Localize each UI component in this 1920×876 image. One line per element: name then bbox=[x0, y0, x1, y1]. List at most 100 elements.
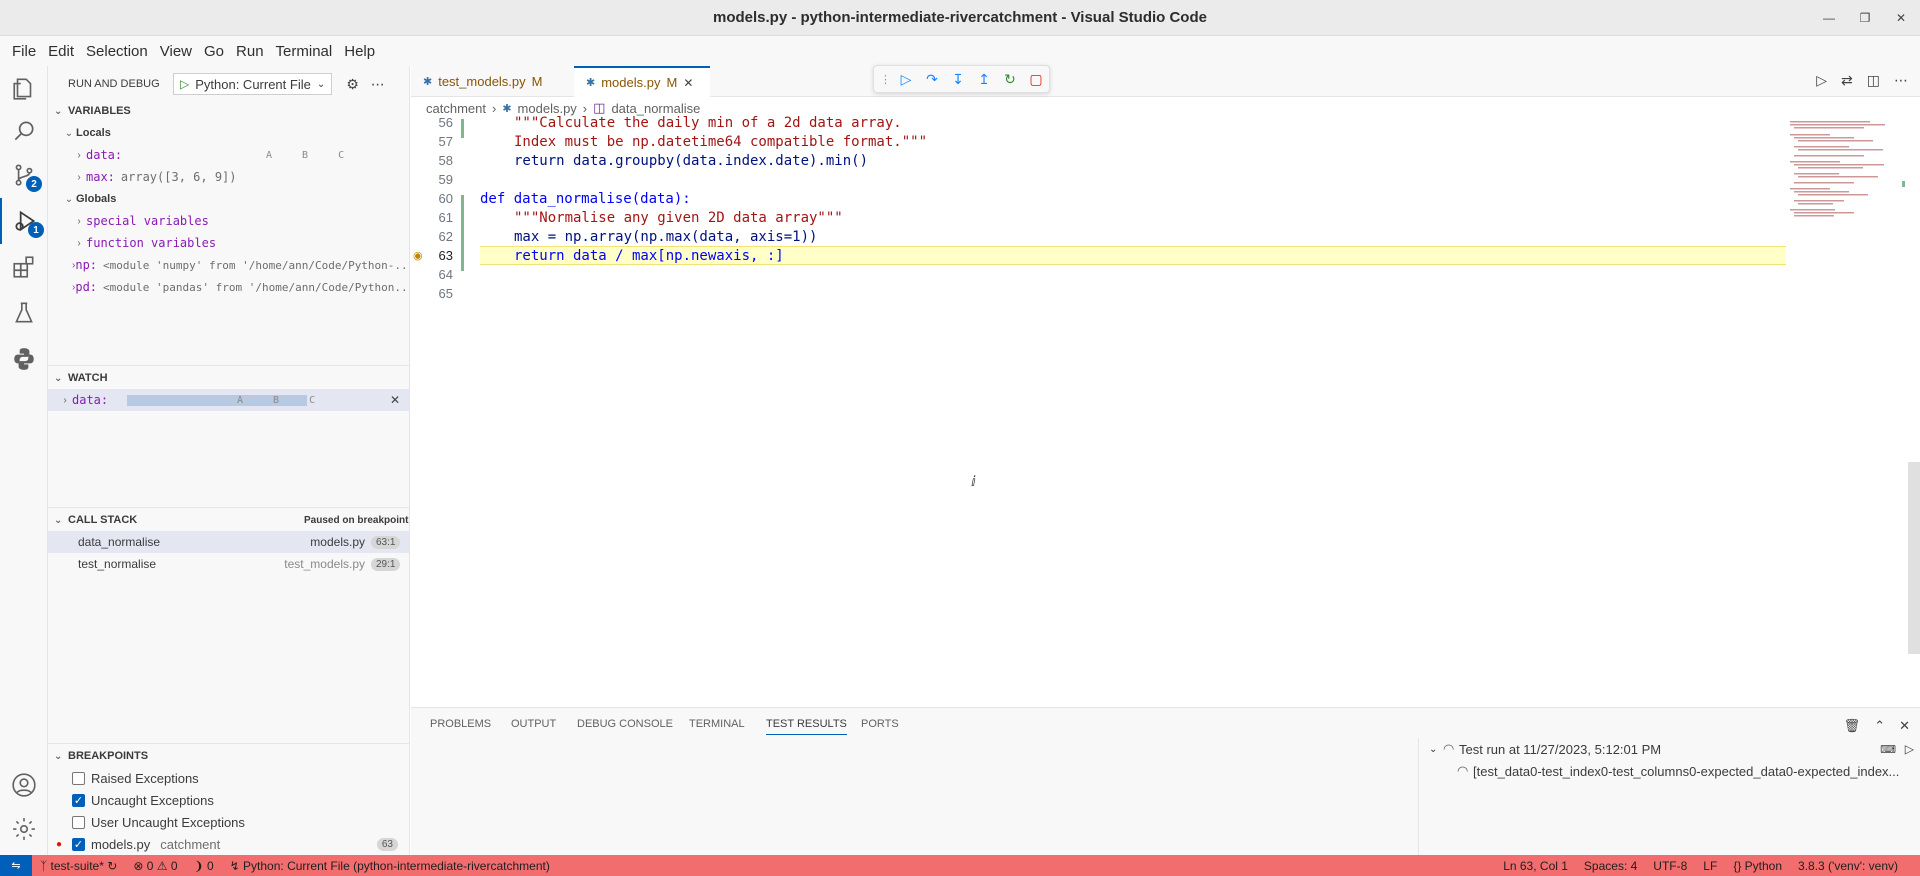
testing-icon[interactable] bbox=[0, 290, 48, 336]
end-of-line[interactable]: LF bbox=[1695, 859, 1725, 873]
panel-tab-problems[interactable]: PROBLEMS bbox=[430, 718, 491, 730]
stop-icon[interactable]: ▢ bbox=[1028, 71, 1044, 88]
editor-scrollbar[interactable] bbox=[1908, 462, 1920, 654]
variable-group-row[interactable]: › special variables bbox=[48, 210, 409, 232]
stack-frame[interactable]: data_normalise models.py 63:1 bbox=[48, 531, 409, 553]
menu-edit[interactable]: Edit bbox=[42, 43, 80, 60]
breakpoint-uncaught-exceptions[interactable]: ✓ Uncaught Exceptions bbox=[48, 789, 409, 811]
more-actions-icon[interactable]: ⋯ bbox=[371, 76, 385, 93]
checkbox-checked[interactable]: ✓ bbox=[72, 837, 85, 851]
breakpoints-section-header[interactable]: ⌄ BREAKPOINTS bbox=[48, 745, 409, 767]
menu-selection[interactable]: Selection bbox=[80, 43, 154, 60]
call-stack-title: CALL STACK bbox=[68, 514, 138, 526]
settings-gear-icon[interactable] bbox=[0, 806, 48, 852]
breakpoint-raised-exceptions[interactable]: Raised Exceptions bbox=[48, 767, 409, 789]
panel-tab-terminal[interactable]: TERMINAL bbox=[689, 718, 745, 730]
variable-row[interactable]: › data: A B C bbox=[48, 144, 409, 166]
search-icon[interactable] bbox=[0, 108, 48, 154]
remove-watch-icon[interactable]: ✕ bbox=[390, 393, 400, 407]
menu-terminal[interactable]: Terminal bbox=[270, 43, 339, 60]
activity-bar: 2 1 bbox=[0, 66, 48, 855]
globals-scope[interactable]: ⌄ Globals bbox=[48, 188, 409, 210]
step-over-icon[interactable]: ↷ bbox=[924, 71, 940, 88]
explorer-icon[interactable] bbox=[0, 66, 48, 112]
minimap[interactable] bbox=[1786, 119, 1911, 709]
code-line: 58 return data.groupby(data.index.date).… bbox=[411, 151, 1786, 170]
branch-item[interactable]: ᛉ test-suite* ↻ bbox=[32, 859, 125, 873]
indentation[interactable]: Spaces: 4 bbox=[1576, 859, 1645, 873]
panel-tab-debug-console[interactable]: DEBUG CONSOLE bbox=[577, 718, 673, 730]
continue-icon[interactable]: ▷ bbox=[898, 71, 914, 88]
menu-view[interactable]: View bbox=[154, 43, 198, 60]
stack-frame[interactable]: test_normalise test_models.py 29:1 bbox=[48, 553, 409, 575]
language-mode[interactable]: {} Python bbox=[1725, 859, 1790, 873]
variable-row[interactable]: › max: array([3, 6, 9]) bbox=[48, 166, 409, 188]
step-out-icon[interactable]: ↥ bbox=[976, 71, 992, 88]
run-file-icon[interactable]: ▷ bbox=[1816, 72, 1827, 89]
python-interpreter[interactable]: 3.8.3 ('venv': venv) bbox=[1790, 859, 1906, 873]
tab-models[interactable]: ✱ models.py M ✕ bbox=[574, 66, 710, 97]
variables-section-header[interactable]: ⌄ VARIABLES bbox=[48, 100, 409, 122]
restart-icon[interactable]: ↻ bbox=[1002, 71, 1018, 88]
text-cursor-icon: ⅈ bbox=[971, 473, 976, 489]
variable-row[interactable]: › pd: <module 'pandas' from '/home/ann/C… bbox=[48, 276, 409, 298]
encoding[interactable]: UTF-8 bbox=[1645, 859, 1695, 873]
menu-run[interactable]: Run bbox=[230, 43, 270, 60]
maximize-icon[interactable]: ❐ bbox=[1854, 7, 1876, 29]
panel-tab-test-results[interactable]: TEST RESULTS bbox=[766, 718, 847, 735]
run-debug-icon[interactable]: 1 bbox=[0, 198, 48, 244]
launch-config-label: Python: Current File bbox=[195, 76, 311, 92]
code-editor[interactable]: 56 """Calculate the daily min of a 2d da… bbox=[411, 115, 1786, 707]
open-changes-icon[interactable]: ⇄ bbox=[1841, 72, 1853, 89]
more-actions-icon[interactable]: ⋯ bbox=[1894, 72, 1908, 89]
breakpoint-user-uncaught-exceptions[interactable]: User Uncaught Exceptions bbox=[48, 811, 409, 833]
trash-icon[interactable]: 🗑 bbox=[1844, 718, 1861, 734]
menu-help[interactable]: Help bbox=[338, 43, 381, 60]
remote-indicator-icon[interactable]: ⇋ bbox=[0, 855, 32, 876]
close-panel-icon[interactable]: ✕ bbox=[1899, 718, 1910, 734]
step-into-icon[interactable]: ↧ bbox=[950, 71, 966, 88]
python-file-icon: ✱ bbox=[586, 77, 596, 89]
ports-item[interactable]: ❩ 0 bbox=[186, 859, 222, 873]
gear-icon[interactable]: ⚙ bbox=[346, 76, 359, 93]
locals-scope[interactable]: ⌄ Locals bbox=[48, 122, 409, 144]
tab-test-models[interactable]: ✱ test_models.py M bbox=[411, 66, 574, 97]
variable-group-row[interactable]: › function variables bbox=[48, 232, 409, 254]
menu-file[interactable]: File bbox=[6, 43, 42, 60]
python-icon[interactable] bbox=[0, 336, 48, 382]
panel-tab-ports[interactable]: PORTS bbox=[861, 718, 899, 730]
breakpoint-label: Raised Exceptions bbox=[91, 770, 199, 786]
variable-value: <module 'pandas' from '/home/ann/Code/Py… bbox=[103, 280, 409, 294]
call-stack-section-header[interactable]: ⌄ CALL STACK Paused on breakpoint bbox=[48, 509, 409, 531]
start-debugging-icon[interactable]: ▷ bbox=[180, 77, 189, 91]
cursor-position[interactable]: Ln 63, Col 1 bbox=[1495, 859, 1576, 873]
maximize-panel-icon[interactable]: ⌃ bbox=[1874, 718, 1885, 734]
problems-item[interactable]: ⊗ 0 ⚠ 0 bbox=[125, 859, 185, 873]
terminal-icon[interactable]: ⌨ bbox=[1880, 743, 1896, 756]
checkbox[interactable] bbox=[72, 771, 85, 785]
account-icon[interactable] bbox=[0, 762, 48, 808]
variable-row[interactable]: › np: <module 'numpy' from '/home/ann/Co… bbox=[48, 254, 409, 276]
watch-section-header[interactable]: ⌄ WATCH bbox=[48, 367, 409, 389]
split-editor-icon[interactable]: ◫ bbox=[1867, 72, 1880, 89]
checkbox[interactable] bbox=[72, 815, 85, 829]
panel-tab-output[interactable]: OUTPUT bbox=[511, 718, 556, 730]
debug-config-item[interactable]: ↯ Python: Current File (python-intermedi… bbox=[222, 859, 558, 873]
breakpoint-file-row[interactable]: ● ✓ models.py catchment 63 bbox=[48, 833, 409, 855]
source-control-icon[interactable]: 2 bbox=[0, 152, 48, 198]
minimize-icon[interactable]: — bbox=[1818, 7, 1840, 29]
test-case-row[interactable]: ◠ [test_data0-test_index0-test_columns0-… bbox=[1419, 760, 1920, 782]
line-number: 61 bbox=[438, 210, 453, 225]
run-debug-header: RUN AND DEBUG ▷ Python: Current File ⌄ ⚙… bbox=[48, 68, 409, 100]
menu-go[interactable]: Go bbox=[198, 43, 230, 60]
launch-config-select[interactable]: ▷ Python: Current File ⌄ bbox=[173, 73, 333, 95]
extensions-icon[interactable] bbox=[0, 244, 48, 290]
checkbox-checked[interactable]: ✓ bbox=[72, 793, 85, 807]
close-window-icon[interactable]: ✕ bbox=[1890, 7, 1912, 29]
watch-item[interactable]: › data: A B C ✕ bbox=[48, 389, 409, 411]
close-tab-icon[interactable]: ✕ bbox=[683, 76, 693, 90]
window-title: models.py - python-intermediate-rivercat… bbox=[713, 9, 1207, 26]
rerun-icon[interactable]: ▷ bbox=[1905, 742, 1914, 756]
test-run-row[interactable]: ⌄ ◠ Test run at 11/27/2023, 5:12:01 PM ⌨… bbox=[1419, 738, 1920, 760]
drag-handle-icon[interactable]: ⋮ bbox=[880, 73, 891, 86]
